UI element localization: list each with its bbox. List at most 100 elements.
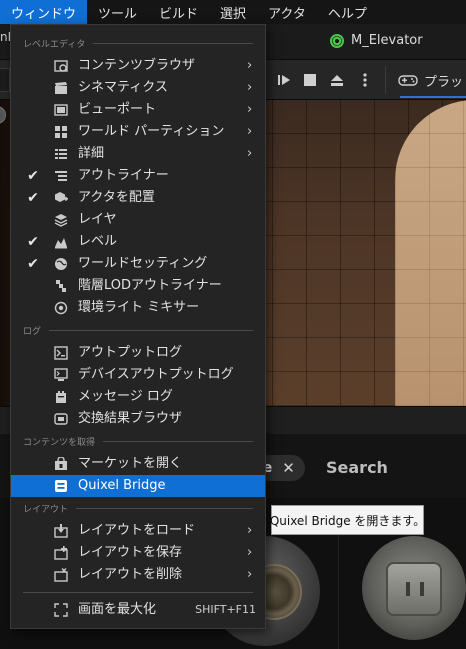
marketplace-icon <box>54 457 68 471</box>
tooltip: Quixel Bridge を開きます。 <box>269 505 426 535</box>
chevron-right-icon: › <box>247 58 253 73</box>
gamepad-icon <box>398 75 418 86</box>
section-get-content: コンテンツを取得 <box>11 432 265 450</box>
checkmark-icon: ✔ <box>27 190 39 206</box>
toolbar-left-stub[interactable] <box>0 68 10 92</box>
levels-icon <box>54 235 68 249</box>
menu-item-label: レイヤ <box>78 212 117 227</box>
eject-button[interactable] <box>326 68 348 92</box>
step-frame-icon <box>278 75 290 85</box>
window-menu-dropdown: レベルエディタ コンテンツブラウザ › シネマティクス › ビューポート › ワ… <box>10 24 266 629</box>
menu-item-label: アウトプットログ <box>78 345 183 360</box>
menu-item-label: マーケットを開く <box>78 456 183 471</box>
chevron-right-icon: › <box>247 567 253 582</box>
menu-window[interactable]: ウィンドウ <box>0 0 88 24</box>
menu-item-content-browser[interactable]: コンテンツブラウザ › <box>11 55 265 77</box>
menu-item-open-marketplace[interactable]: マーケットを開く <box>11 453 265 475</box>
globe-icon <box>54 257 68 271</box>
grid-icon <box>54 125 68 139</box>
asset-divider <box>338 532 339 649</box>
play-options-button[interactable] <box>356 68 374 92</box>
stop-button[interactable] <box>300 68 320 92</box>
menu-item-hlod-outliner[interactable]: 階層LODアウトライナー <box>11 275 265 297</box>
toolbar-separator <box>385 66 386 94</box>
menu-item-label: アウトライナー <box>78 168 169 183</box>
menu-item-place-actors[interactable]: ✔ アクタを配置 <box>11 187 265 209</box>
menu-item-label: コンテンツブラウザ <box>78 58 196 73</box>
menu-item-quixel-bridge[interactable]: Quixel Bridge <box>11 475 265 497</box>
menu-item-details[interactable]: 詳細 › <box>11 143 265 165</box>
menu-item-save-layout[interactable]: レイアウトを保存 › <box>11 542 265 564</box>
message-log-icon <box>54 390 68 404</box>
place-actors-icon <box>54 191 68 205</box>
menu-tools[interactable]: ツール <box>87 0 148 24</box>
menu-item-label: 環境ライト ミキサー <box>78 300 200 315</box>
menu-item-shortcut: SHIFT+F11 <box>195 603 256 616</box>
layers-icon <box>54 213 68 227</box>
menu-item-layers[interactable]: レイヤ <box>11 209 265 231</box>
load-layout-icon <box>54 524 68 538</box>
platforms-button[interactable]: プラッ <box>398 68 463 92</box>
menu-item-env-light-mixer[interactable]: 環境ライト ミキサー <box>11 297 265 319</box>
terminal-icon <box>54 346 68 360</box>
save-layout-icon <box>54 546 68 560</box>
section-label: レイアウト <box>23 504 69 515</box>
search-input[interactable]: Search <box>326 458 388 477</box>
outliner-icon <box>54 169 68 183</box>
checkmark-icon: ✔ <box>27 168 39 184</box>
menu-item-maximize[interactable]: 画面を最大化 SHIFT+F11 <box>11 599 265 621</box>
chevron-right-icon: › <box>247 102 253 117</box>
menu-item-message-log[interactable]: メッセージ ログ <box>11 386 265 408</box>
menu-item-label: ワールドセッティング <box>78 256 208 271</box>
chevron-right-icon: › <box>247 80 253 95</box>
menu-bar: ウィンドウ ツール ビルド 選択 アクタ ヘルプ <box>0 0 466 24</box>
menu-item-viewports[interactable]: ビューポート › <box>11 99 265 121</box>
asset-thumbnail[interactable] <box>362 536 466 640</box>
hlod-icon <box>54 279 68 293</box>
menu-item-remove-layout[interactable]: レイアウトを削除 › <box>11 564 265 586</box>
menu-item-levels[interactable]: ✔ レベル <box>11 231 265 253</box>
close-icon[interactable]: ✕ <box>282 459 295 477</box>
menu-item-device-output-log[interactable]: デバイスアウトプットログ <box>11 364 265 386</box>
section-divider <box>93 42 253 44</box>
menu-item-label: レイアウトをロード <box>78 523 196 538</box>
kebab-icon <box>363 73 367 87</box>
menu-item-label: アクタを配置 <box>78 190 155 205</box>
tab-level-label: M_Elevator <box>351 33 423 48</box>
tooltip-text: Quixel Bridge を開きます。 <box>269 513 426 528</box>
menu-item-output-log[interactable]: アウトプットログ <box>11 342 265 364</box>
bridge-icon <box>54 479 68 493</box>
remove-layout-icon <box>54 568 68 582</box>
step-frame-button[interactable] <box>274 68 294 92</box>
section-divider <box>49 329 253 331</box>
eject-icon <box>331 75 343 86</box>
light-mixer-icon <box>54 301 68 315</box>
menu-item-label: メッセージ ログ <box>78 389 173 404</box>
stop-icon <box>304 74 316 86</box>
menu-item-load-layout[interactable]: レイアウトをロード › <box>11 520 265 542</box>
section-label: コンテンツを取得 <box>23 437 96 448</box>
chevron-right-icon: › <box>247 545 253 560</box>
menu-item-merge-browser[interactable]: 交換結果ブラウザ <box>11 408 265 430</box>
menu-item-outliner[interactable]: ✔ アウトライナー <box>11 165 265 187</box>
menu-build[interactable]: ビルド <box>148 0 209 24</box>
checkmark-icon: ✔ <box>27 256 39 272</box>
menu-item-label: シネマティクス <box>78 80 168 95</box>
tab-level[interactable]: M_Elevator <box>330 33 423 48</box>
menu-item-label: レイアウトを保存 <box>78 545 183 560</box>
platforms-label: プラッ <box>424 74 464 90</box>
section-divider <box>103 440 253 442</box>
menu-actor[interactable]: アクタ <box>257 0 317 24</box>
device-log-icon <box>54 368 68 382</box>
menu-item-cinematics[interactable]: シネマティクス › <box>11 77 265 99</box>
menu-select[interactable]: 選択 <box>209 0 257 24</box>
menu-item-label: レイアウトを削除 <box>78 567 183 582</box>
chevron-right-icon: › <box>247 146 253 161</box>
outlet-texture <box>386 562 442 616</box>
menu-item-label: ワールド パーティション <box>78 124 225 139</box>
menu-item-world-settings[interactable]: ✔ ワールドセッティング <box>11 253 265 275</box>
menu-help[interactable]: ヘルプ <box>317 0 378 24</box>
clapperboard-icon <box>54 81 68 95</box>
menu-item-label: ビューポート <box>78 102 157 117</box>
menu-item-world-partition[interactable]: ワールド パーティション › <box>11 121 265 143</box>
